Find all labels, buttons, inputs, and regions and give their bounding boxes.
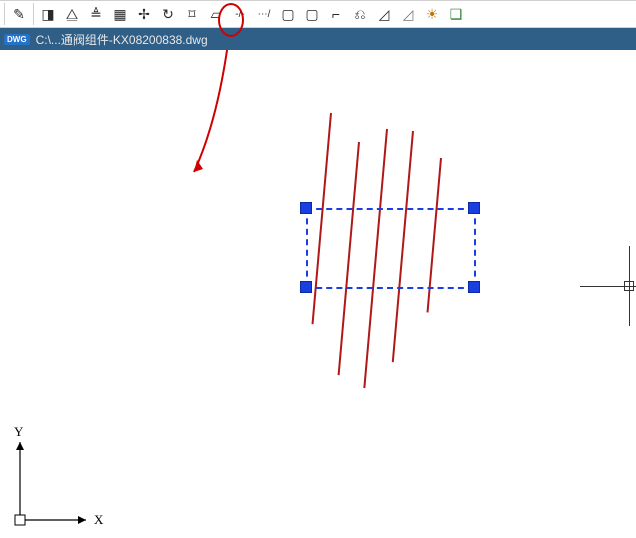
- dwg-badge: DWG: [4, 34, 30, 45]
- axis-label-y: Y: [14, 424, 24, 439]
- toolbar-separator: [4, 3, 5, 25]
- selection-edge: [306, 208, 474, 210]
- redline-icon: [412, 131, 413, 363]
- selection-edge: [306, 287, 474, 289]
- angle1-icon[interactable]: ◿: [374, 4, 394, 24]
- extend-icon[interactable]: ⋯/: [254, 4, 274, 24]
- axis-label-x: X: [94, 512, 104, 527]
- drawing-canvas[interactable]: X Y: [0, 50, 636, 538]
- selection-grip[interactable]: [468, 281, 480, 293]
- pan-icon[interactable]: ✎: [9, 4, 29, 24]
- ucs-icon: X Y: [8, 422, 108, 532]
- align-icon[interactable]: ≜: [86, 4, 106, 24]
- modify-toolbar: ✎ ◨ ⧋ ≜ ▦ ✢ ↻ ⌑ ▱ -/- ⋯/ ▢ ▢ ⌐ ⎌ ◿ ◿ ☀ ❑: [0, 0, 636, 28]
- scale-icon[interactable]: ◨: [38, 4, 58, 24]
- offset-icon[interactable]: ⌑: [182, 4, 202, 24]
- document-title[interactable]: C:\...通阀组件-KX08200838.dwg: [36, 31, 208, 48]
- fillet-icon[interactable]: ⌐: [326, 4, 346, 24]
- redline-icon: [330, 113, 331, 325]
- redline-icon: [440, 158, 441, 313]
- rotate-icon[interactable]: ↻: [158, 4, 178, 24]
- selection-grip[interactable]: [300, 202, 312, 214]
- annotation-circle: [218, 3, 244, 37]
- mirror-icon[interactable]: ⧋: [62, 4, 82, 24]
- crosshair-pickbox: [624, 281, 634, 291]
- selection-edge: [474, 208, 476, 287]
- break-icon[interactable]: ⎌: [350, 4, 370, 24]
- chamfer2-icon[interactable]: ▢: [302, 4, 322, 24]
- redline-icon: [386, 129, 387, 389]
- block-icon[interactable]: ❑: [446, 4, 466, 24]
- selection-edge: [306, 208, 308, 287]
- selection-grip[interactable]: [468, 202, 480, 214]
- explode-icon[interactable]: ☀: [422, 4, 442, 24]
- document-tabbar: DWG C:\...通阀组件-KX08200838.dwg: [0, 28, 636, 50]
- move-icon[interactable]: ✢: [134, 4, 154, 24]
- toolbar-separator: [33, 3, 34, 25]
- angle2-icon[interactable]: ◿: [398, 4, 418, 24]
- selection-grip[interactable]: [300, 281, 312, 293]
- redline-icon: [358, 142, 359, 376]
- array-icon[interactable]: ▦: [110, 4, 130, 24]
- chamfer1-icon[interactable]: ▢: [278, 4, 298, 24]
